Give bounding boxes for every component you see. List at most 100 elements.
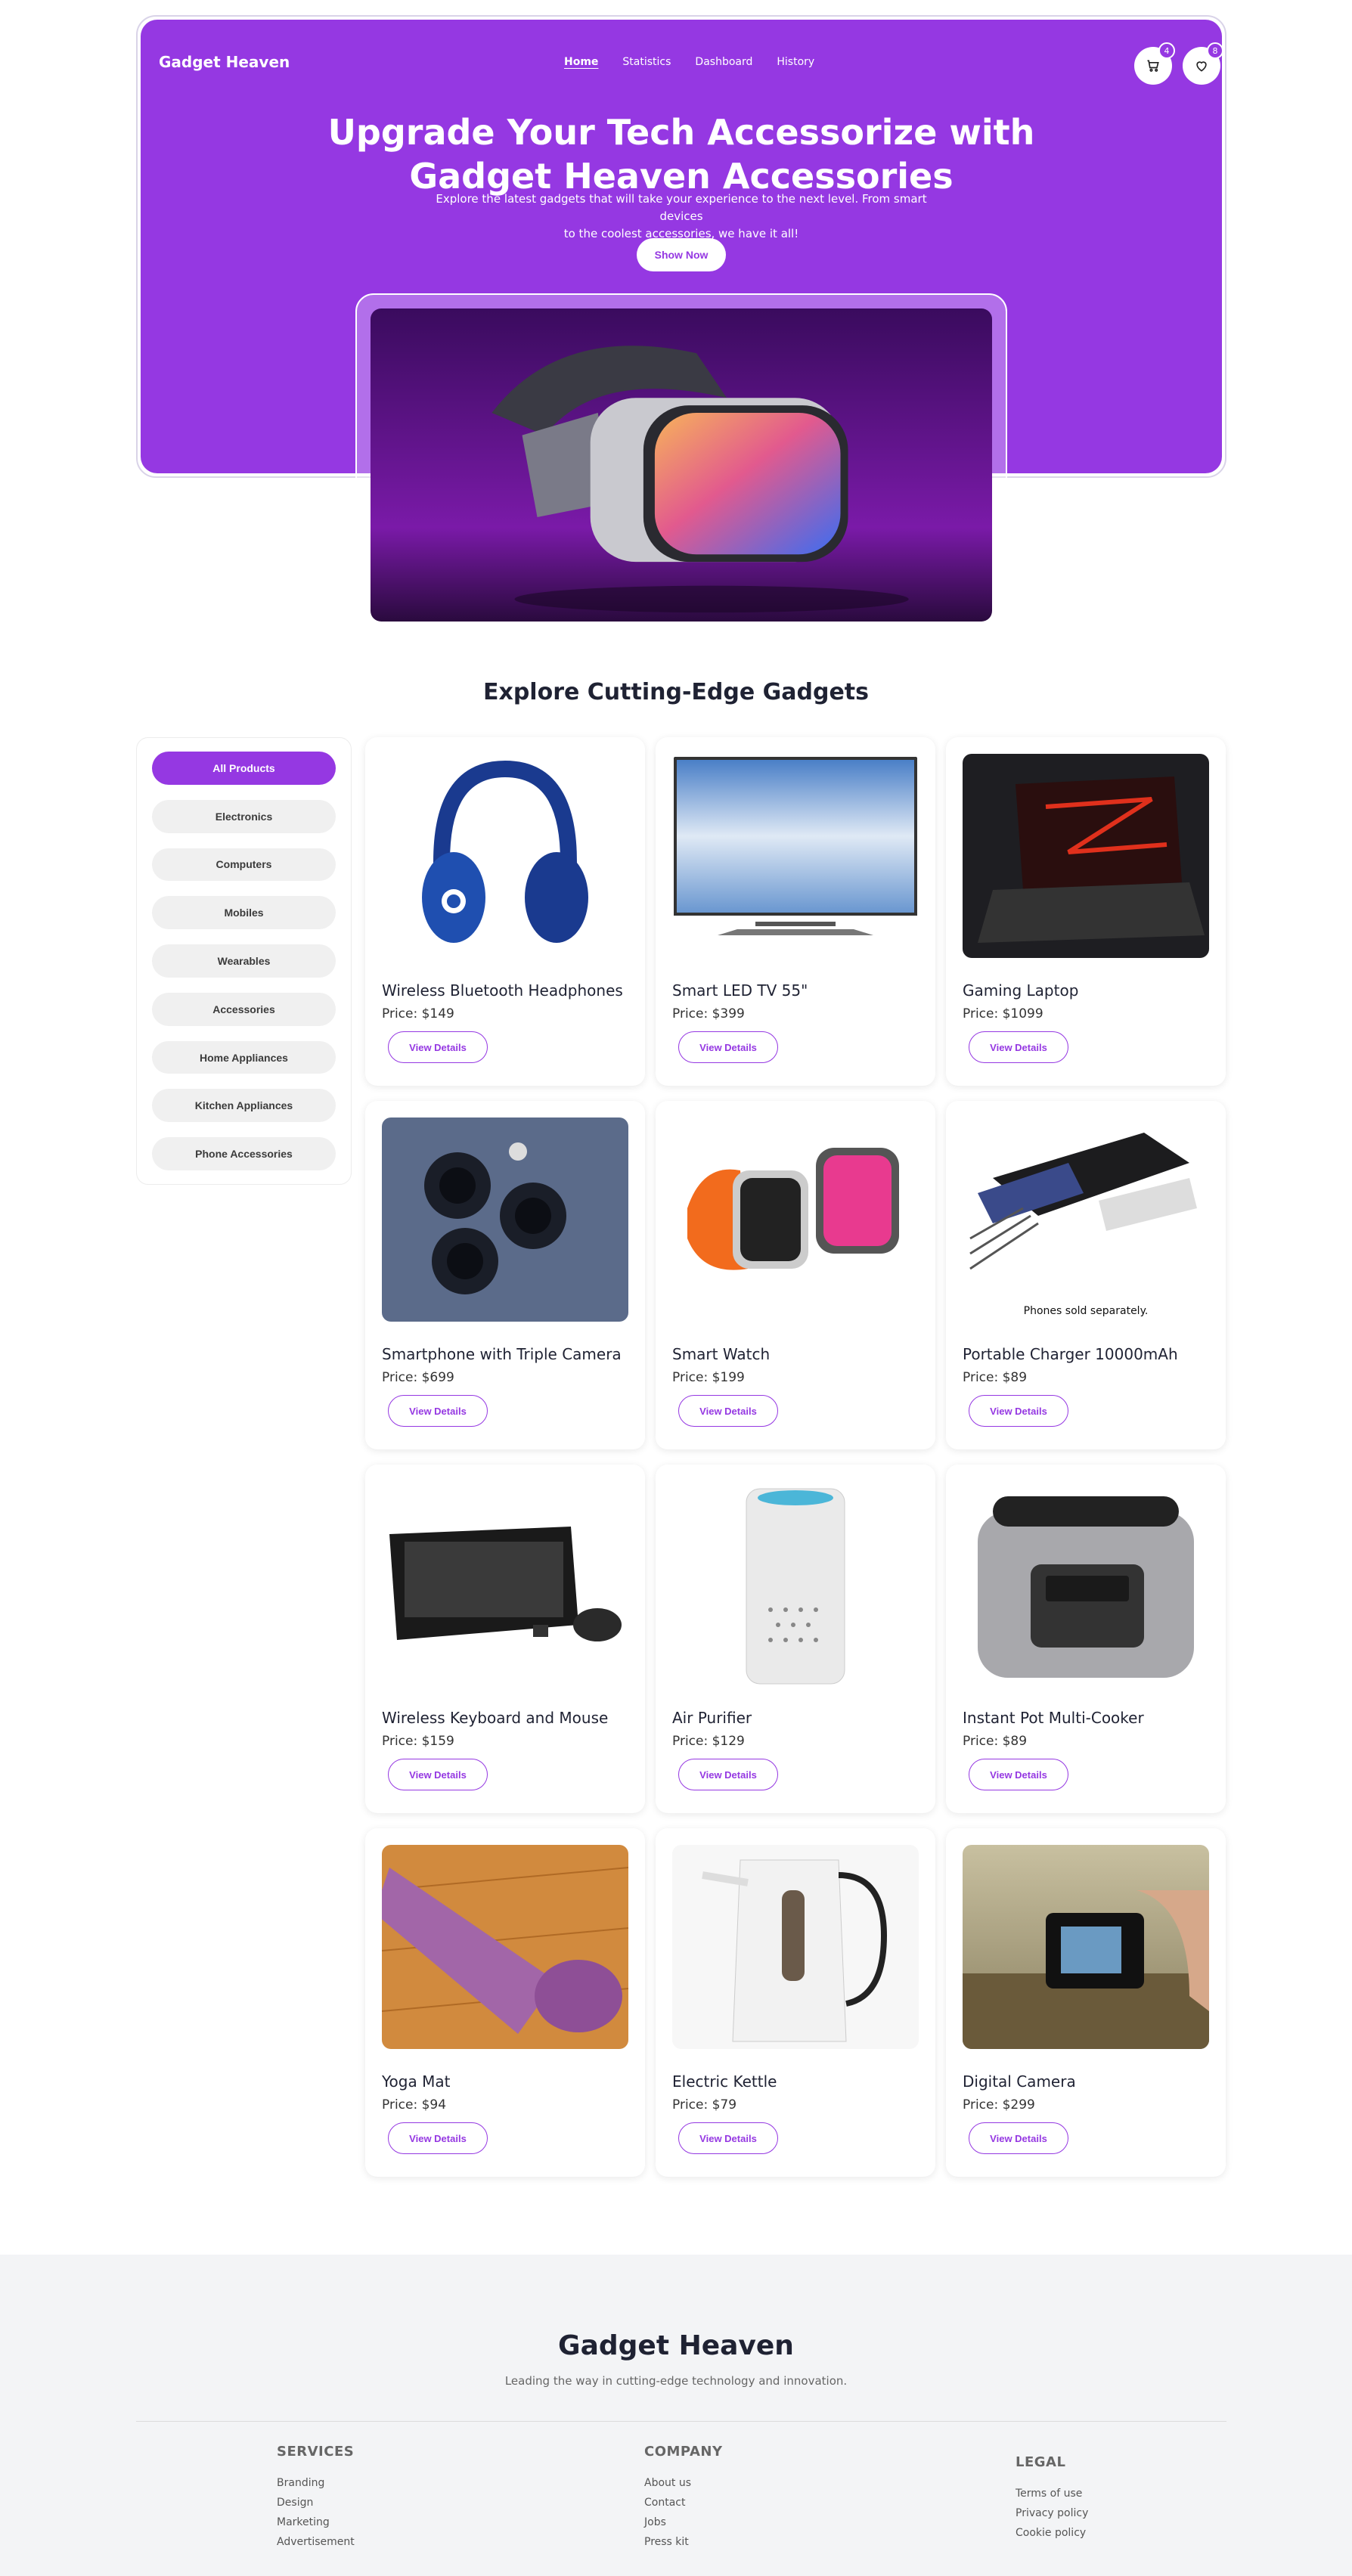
product-card: Smart Watch Price: $199 View Details — [656, 1101, 935, 1449]
footer-link-cookie[interactable]: Cookie policy — [1016, 2523, 1088, 2543]
product-price: Price: $149 — [382, 1006, 454, 1021]
product-name: Instant Pot Multi-Cooker — [963, 1709, 1144, 1727]
product-image-instant-pot — [963, 1481, 1209, 1685]
footer-company-heading: COMPANY — [644, 2444, 723, 2460]
hero-title-line-1: Upgrade Your Tech Accessorize with — [327, 112, 1035, 153]
product-name: Wireless Keyboard and Mouse — [382, 1709, 609, 1727]
product-price: Price: $699 — [382, 1370, 454, 1385]
view-details-button[interactable]: View Details — [969, 2122, 1068, 2154]
cart-button[interactable]: 4 — [1134, 42, 1175, 85]
cart-count-badge: 4 — [1158, 42, 1175, 59]
footer-services-heading: SERVICES — [277, 2444, 355, 2460]
product-name: Smart LED TV 55" — [672, 981, 808, 1000]
category-mobiles[interactable]: Mobiles — [152, 896, 336, 930]
product-price: Price: $299 — [963, 2097, 1035, 2113]
footer-link-privacy[interactable]: Privacy policy — [1016, 2503, 1088, 2523]
product-price: Price: $79 — [672, 2097, 737, 2113]
product-card: Phones sold separately. Portable Charger… — [946, 1101, 1226, 1449]
view-details-button[interactable]: View Details — [969, 1031, 1068, 1063]
product-image-headphones — [382, 754, 628, 958]
footer-divider — [136, 2421, 1226, 2422]
product-card: Wireless Keyboard and Mouse Price: $159 … — [365, 1465, 645, 1813]
site-logo[interactable]: Gadget Heaven — [159, 53, 290, 71]
category-sidebar: All Products Electronics Computers Mobil… — [136, 737, 352, 1185]
footer-link-jobs[interactable]: Jobs — [644, 2512, 723, 2532]
category-accessories[interactable]: Accessories — [152, 992, 336, 1026]
product-image-smartwatch — [672, 1118, 919, 1322]
category-phone-accessories[interactable]: Phone Accessories — [152, 1137, 336, 1171]
heart-icon — [1196, 61, 1207, 72]
product-name: Air Purifier — [672, 1709, 752, 1727]
category-all-products[interactable]: All Products — [152, 752, 336, 785]
product-price: Price: $129 — [672, 1734, 745, 1749]
cart-icon — [1147, 60, 1159, 72]
product-image-air-purifier — [672, 1481, 919, 1685]
product-price: Price: $94 — [382, 2097, 447, 2113]
nav-statistics[interactable]: Statistics — [622, 56, 671, 68]
nav-history[interactable]: History — [777, 56, 814, 68]
footer-link-press-kit[interactable]: Press kit — [644, 2532, 723, 2552]
product-price: Price: $89 — [963, 1734, 1028, 1749]
footer-link-design[interactable]: Design — [277, 2493, 355, 2512]
view-details-button[interactable]: View Details — [678, 1395, 778, 1427]
view-details-button[interactable]: View Details — [388, 1759, 488, 1790]
product-image-keyboard — [382, 1481, 628, 1685]
product-card: Electric Kettle Price: $79 View Details — [656, 1828, 935, 2177]
banner-image-frame — [355, 293, 1007, 637]
product-name: Wireless Bluetooth Headphones — [382, 981, 623, 1000]
product-price: Price: $89 — [963, 1370, 1028, 1385]
category-home-appliances[interactable]: Home Appliances — [152, 1040, 336, 1074]
product-name: Portable Charger 10000mAh — [963, 1345, 1178, 1363]
footer-legal-column: LEGAL Terms of use Privacy policy Cookie… — [1016, 2454, 1088, 2543]
category-kitchen-appliances[interactable]: Kitchen Appliances — [152, 1089, 336, 1123]
product-name: Smartphone with Triple Camera — [382, 1345, 622, 1363]
hero-title: Upgrade Your Tech Accessorize with Gadge… — [141, 110, 1222, 198]
footer-services-column: SERVICES Branding Design Marketing Adver… — [277, 2444, 355, 2552]
view-details-button[interactable]: View Details — [969, 1395, 1068, 1427]
hero-subtitle-line-1: Explore the latest gadgets that will tak… — [436, 192, 927, 223]
category-electronics[interactable]: Electronics — [152, 799, 336, 833]
footer-link-terms[interactable]: Terms of use — [1016, 2484, 1088, 2503]
category-computers[interactable]: Computers — [152, 848, 336, 882]
product-card: Instant Pot Multi-Cooker Price: $89 View… — [946, 1465, 1226, 1813]
view-details-button[interactable]: View Details — [678, 1031, 778, 1063]
footer-link-branding[interactable]: Branding — [277, 2473, 355, 2493]
product-image-smartphone — [382, 1118, 628, 1322]
footer: Gadget Heaven Leading the way in cutting… — [0, 2255, 1352, 2576]
view-details-button[interactable]: View Details — [388, 1031, 488, 1063]
product-image-charger: Phones sold separately. — [963, 1118, 1209, 1322]
view-details-button[interactable]: View Details — [678, 1759, 778, 1790]
nav-home[interactable]: Home — [564, 56, 598, 68]
product-name: Digital Camera — [963, 2072, 1076, 2091]
footer-company-column: COMPANY About us Contact Jobs Press kit — [644, 2444, 723, 2552]
shop-now-button[interactable]: Show Now — [637, 238, 726, 271]
product-image-yoga-mat — [382, 1845, 628, 2049]
footer-title: Gadget Heaven — [558, 2330, 794, 2361]
view-details-button[interactable]: View Details — [388, 2122, 488, 2154]
wishlist-count-badge: 8 — [1207, 42, 1223, 59]
product-image-tv — [672, 754, 919, 958]
product-card: Yoga Mat Price: $94 View Details — [365, 1828, 645, 2177]
product-name: Gaming Laptop — [963, 981, 1079, 1000]
footer-link-advertisement[interactable]: Advertisement — [277, 2532, 355, 2552]
product-card: Air Purifier Price: $129 View Details — [656, 1465, 935, 1813]
product-card: Smart LED TV 55" Price: $399 View Detail… — [656, 737, 935, 1086]
nav-dashboard[interactable]: Dashboard — [695, 56, 752, 68]
product-card: Gaming Laptop Price: $1099 View Details — [946, 737, 1226, 1086]
product-price: Price: $159 — [382, 1734, 454, 1749]
vr-headset-image — [371, 308, 992, 622]
wishlist-button[interactable]: 8 — [1183, 42, 1223, 85]
footer-link-about-us[interactable]: About us — [644, 2473, 723, 2493]
view-details-button[interactable]: View Details — [678, 2122, 778, 2154]
footer-link-contact[interactable]: Contact — [644, 2493, 723, 2512]
section-title: Explore Cutting-Edge Gadgets — [482, 679, 869, 705]
product-price: Price: $399 — [672, 1006, 745, 1021]
view-details-button[interactable]: View Details — [388, 1395, 488, 1427]
product-card: Smartphone with Triple Camera Price: $69… — [365, 1101, 645, 1449]
product-name: Electric Kettle — [672, 2072, 777, 2091]
product-card: Wireless Bluetooth Headphones Price: $14… — [365, 737, 645, 1086]
footer-legal-heading: LEGAL — [1016, 2454, 1066, 2470]
view-details-button[interactable]: View Details — [969, 1759, 1068, 1790]
category-wearables[interactable]: Wearables — [152, 944, 336, 978]
footer-link-marketing[interactable]: Marketing — [277, 2512, 355, 2532]
